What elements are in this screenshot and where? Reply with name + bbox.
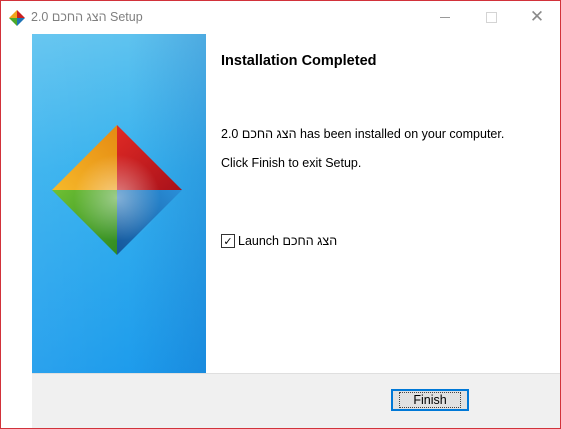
maximize-icon	[485, 11, 497, 23]
page-heading: Installation Completed	[221, 53, 377, 69]
close-button[interactable]: ✕	[514, 1, 560, 33]
close-icon: ✕	[529, 6, 545, 27]
product-logo-diamond	[52, 125, 182, 255]
minimize-button[interactable]	[422, 1, 468, 33]
launch-checkbox-label[interactable]: Launch הצג החכם	[238, 234, 337, 248]
finish-button-label: Finish	[399, 392, 461, 408]
app-diamond-icon	[9, 10, 25, 26]
title-bar[interactable]: הצג החכם 2.0 Setup ✕	[1, 1, 560, 33]
installed-message: הצג החכם 2.0 has been installed on your …	[221, 127, 505, 141]
left-margin	[1, 34, 32, 428]
setup-window: הצג החכם 2.0 Setup ✕ Installation Comple…	[0, 0, 561, 429]
checkmark-icon: ✓	[223, 234, 233, 248]
finish-button[interactable]: Finish	[391, 389, 469, 411]
exit-instruction: Click Finish to exit Setup.	[221, 156, 362, 170]
launch-checkbox[interactable]: ✓	[221, 234, 235, 248]
launch-option[interactable]: ✓ Launch הצג החכם	[221, 233, 337, 249]
wizard-side-banner	[32, 34, 206, 373]
window-title: הצג החכם 2.0 Setup	[31, 10, 143, 24]
maximize-button[interactable]	[468, 1, 514, 33]
minimize-icon	[440, 16, 450, 18]
button-bar	[32, 373, 560, 428]
